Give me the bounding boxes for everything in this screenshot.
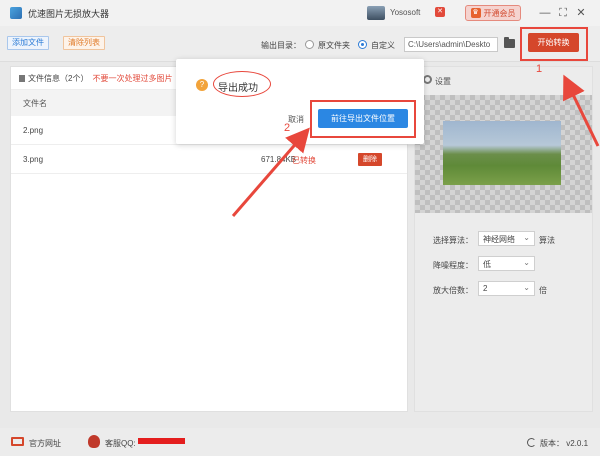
annotation-arrows bbox=[231, 74, 600, 217]
annotation-arrow-2 bbox=[231, 127, 310, 217]
annotation-arrow-1 bbox=[563, 74, 600, 147]
